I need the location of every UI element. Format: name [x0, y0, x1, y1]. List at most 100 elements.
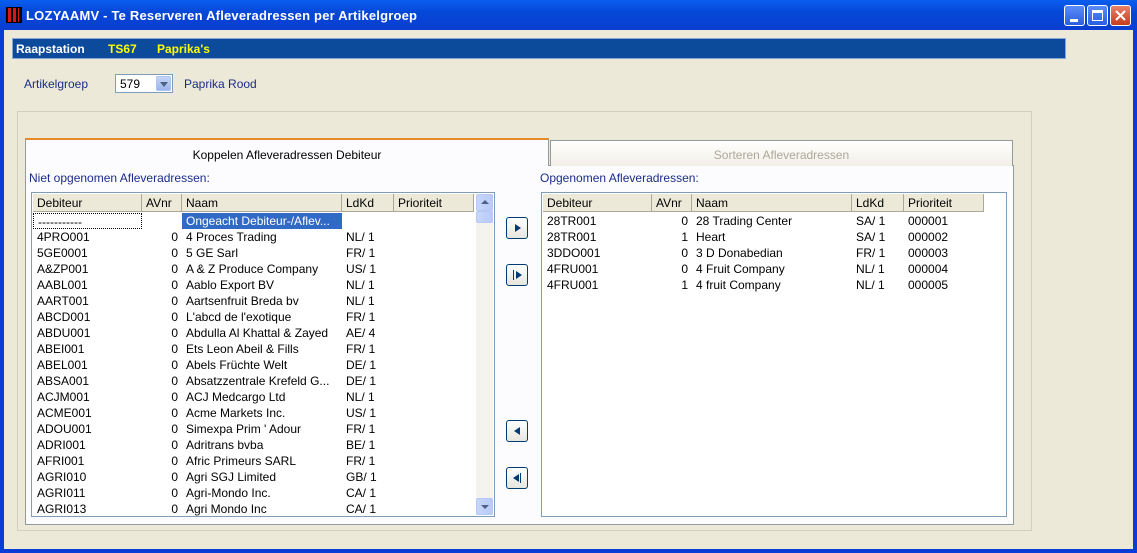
column-header-ldkd[interactable]: LdKd — [342, 194, 394, 212]
table-row[interactable]: ABSA001 0 Absatzzentrale Krefeld G... DE/ 1 — [33, 373, 474, 389]
table-row[interactable]: AGRI011 0 Agri-Mondo Inc. CA/ 1 — [33, 485, 474, 501]
minimize-button[interactable] — [1064, 5, 1085, 26]
column-header-prioriteit[interactable]: Prioriteit — [394, 194, 474, 212]
info-description: Paprika's — [157, 42, 210, 56]
cell-ldkd: SA/ 1 — [856, 214, 886, 228]
column-header-debiteur[interactable]: Debiteur — [543, 194, 652, 212]
add-all-button[interactable] — [506, 264, 528, 286]
column-header-avnr[interactable]: AVnr — [652, 194, 692, 212]
close-button[interactable] — [1110, 5, 1131, 26]
cell-ldkd: NL/ 1 — [346, 390, 375, 404]
cell-avnr: 0 — [171, 326, 178, 340]
info-station: TS67 — [108, 42, 137, 56]
included-addresses-grid[interactable]: Debiteur AVnr Naam LdKd Prioriteit 28TR0… — [541, 192, 1007, 517]
cell-ldkd: NL/ 1 — [346, 230, 375, 244]
cell-naam: Abels Früchte Welt — [186, 358, 288, 372]
table-row[interactable]: ACME001 0 Acme Markets Inc. US/ 1 — [33, 405, 474, 421]
table-row[interactable]: 3DDO001 0 3 D Donabedian FR/ 1 000003 — [543, 245, 984, 261]
remove-all-button[interactable] — [506, 467, 528, 489]
cell-naam: Absatzzentrale Krefeld G... — [186, 374, 330, 388]
cell-naam: ACJ Medcargo Ltd — [186, 390, 286, 404]
title-bar[interactable]: LOZYAAMV - Te Reserveren Afleveradressen… — [0, 0, 1137, 30]
cell-debiteur: ADOU001 — [37, 422, 92, 436]
cell-debiteur: AGRI010 — [37, 470, 87, 484]
cell-prioriteit — [394, 421, 474, 437]
table-row[interactable]: 5GE0001 0 5 GE Sarl FR/ 1 — [33, 245, 474, 261]
cell-prioriteit — [394, 357, 474, 373]
cell-naam: Aartsenfruit Breda bv — [186, 294, 299, 308]
scroll-thumb[interactable] — [476, 211, 493, 223]
scroll-up-button[interactable] — [476, 194, 493, 211]
table-row[interactable]: A&ZP001 0 A & Z Produce Company US/ 1 — [33, 261, 474, 277]
column-header-ldkd[interactable]: LdKd — [852, 194, 904, 212]
right-list-label: Opgenomen Afleveradressen: — [540, 171, 699, 185]
cell-naam: Afric Primeurs SARL — [186, 454, 297, 468]
cell-avnr: 0 — [171, 390, 178, 404]
client-area: Raapstation TS67 Paprika's Artikelgroep … — [4, 30, 1133, 549]
cell-avnr: 0 — [171, 454, 178, 468]
close-icon — [1115, 10, 1126, 21]
cell-avnr: 0 — [171, 278, 178, 292]
cell-naam: Acme Markets Inc. — [186, 406, 286, 420]
column-header-naam[interactable]: Naam — [182, 194, 342, 212]
table-row[interactable]: 4PRO001 0 4 Proces Trading NL/ 1 — [33, 229, 474, 245]
available-addresses-grid[interactable]: Debiteur AVnr Naam LdKd Prioriteit -----… — [31, 192, 495, 517]
table-row[interactable]: ABDU001 0 Abdulla Al Khattal & Zayed AE/ 4 — [33, 325, 474, 341]
table-row[interactable]: AFRI001 0 Afric Primeurs SARL FR/ 1 — [33, 453, 474, 469]
cell-naam: Agri Mondo Inc — [186, 502, 267, 516]
table-row[interactable]: 28TR001 1 Heart SA/ 1 000002 — [543, 229, 984, 245]
cell-debiteur: ABCD001 — [37, 310, 91, 324]
chevron-down-icon[interactable] — [156, 76, 171, 91]
table-row[interactable]: ----------- Ongeacht Debiteur-/Aflev... — [33, 213, 474, 229]
vertical-scrollbar[interactable] — [476, 194, 493, 515]
table-row[interactable]: ADRI001 0 Adritrans bvba BE/ 1 — [33, 437, 474, 453]
maximize-button[interactable] — [1087, 5, 1108, 26]
cell-naam: L'abcd de l'exotique — [186, 310, 292, 324]
cell-prioriteit — [394, 213, 474, 229]
cell-avnr: 0 — [171, 230, 178, 244]
table-row[interactable]: ADOU001 0 Simexpa Prim ' Adour FR/ 1 — [33, 421, 474, 437]
cell-naam: Ets Leon Abeil & Fills — [186, 342, 299, 356]
cell-prioriteit — [394, 389, 474, 405]
application-window: LOZYAAMV - Te Reserveren Afleveradressen… — [0, 0, 1137, 553]
cell-ldkd: FR/ 1 — [346, 310, 376, 324]
table-row[interactable]: ABEI001 0 Ets Leon Abeil & Fills FR/ 1 — [33, 341, 474, 357]
column-header-debiteur[interactable]: Debiteur — [33, 194, 142, 212]
artikelgroep-name: Paprika Rood — [184, 77, 257, 91]
table-row[interactable]: AGRI013 0 Agri Mondo Inc CA/ 1 — [33, 501, 474, 516]
cell-ldkd: AE/ 4 — [346, 326, 376, 340]
table-row[interactable]: AGRI010 0 Agri SGJ Limited GB/ 1 — [33, 469, 474, 485]
column-header-naam[interactable]: Naam — [692, 194, 852, 212]
table-row[interactable]: AABL001 0 Aablo Export BV NL/ 1 — [33, 277, 474, 293]
cell-avnr: 0 — [171, 470, 178, 484]
cell-ldkd: BE/ 1 — [346, 438, 376, 452]
table-row[interactable]: ABEL001 0 Abels Früchte Welt DE/ 1 — [33, 357, 474, 373]
scroll-down-button[interactable] — [476, 498, 493, 515]
tab-koppelen[interactable]: Koppelen Afleveradressen Debiteur — [25, 138, 549, 166]
table-row[interactable]: 28TR001 0 28 Trading Center SA/ 1 000001 — [543, 213, 984, 229]
cell-ldkd: US/ 1 — [346, 406, 377, 420]
cell-ldkd: DE/ 1 — [346, 358, 377, 372]
add-selected-button[interactable] — [506, 217, 528, 239]
table-row[interactable]: AART001 0 Aartsenfruit Breda bv NL/ 1 — [33, 293, 474, 309]
cell-naam: Adritrans bvba — [186, 438, 264, 452]
cell-prioriteit — [394, 453, 474, 469]
table-row[interactable]: ACJM001 0 ACJ Medcargo Ltd NL/ 1 — [33, 389, 474, 405]
table-row[interactable]: 4FRU001 0 4 Fruit Company NL/ 1 000004 — [543, 261, 984, 277]
cell-ldkd: CA/ 1 — [346, 486, 377, 500]
cell-debiteur: 4PRO001 — [37, 230, 90, 244]
cell-prioriteit — [394, 501, 474, 516]
cell-naam: Heart — [696, 230, 726, 244]
tab-sorteren[interactable]: Sorteren Afleveradressen — [550, 140, 1013, 166]
table-row[interactable]: 4FRU001 1 4 fruit Company NL/ 1 000005 — [543, 277, 984, 293]
artikelgroep-select[interactable]: 579 — [115, 74, 173, 93]
table-row[interactable]: ABCD001 0 L'abcd de l'exotique FR/ 1 — [33, 309, 474, 325]
cell-debiteur: ABDU001 — [37, 326, 91, 340]
cell-avnr: 0 — [171, 438, 178, 452]
cell-debiteur: ACME001 — [37, 406, 92, 420]
column-header-prioriteit[interactable]: Prioriteit — [904, 194, 984, 212]
column-header-avnr[interactable]: AVnr — [142, 194, 182, 212]
remove-selected-button[interactable] — [506, 420, 528, 442]
cell-prioriteit — [394, 373, 474, 389]
cell-naam: Agri-Mondo Inc. — [186, 486, 271, 500]
